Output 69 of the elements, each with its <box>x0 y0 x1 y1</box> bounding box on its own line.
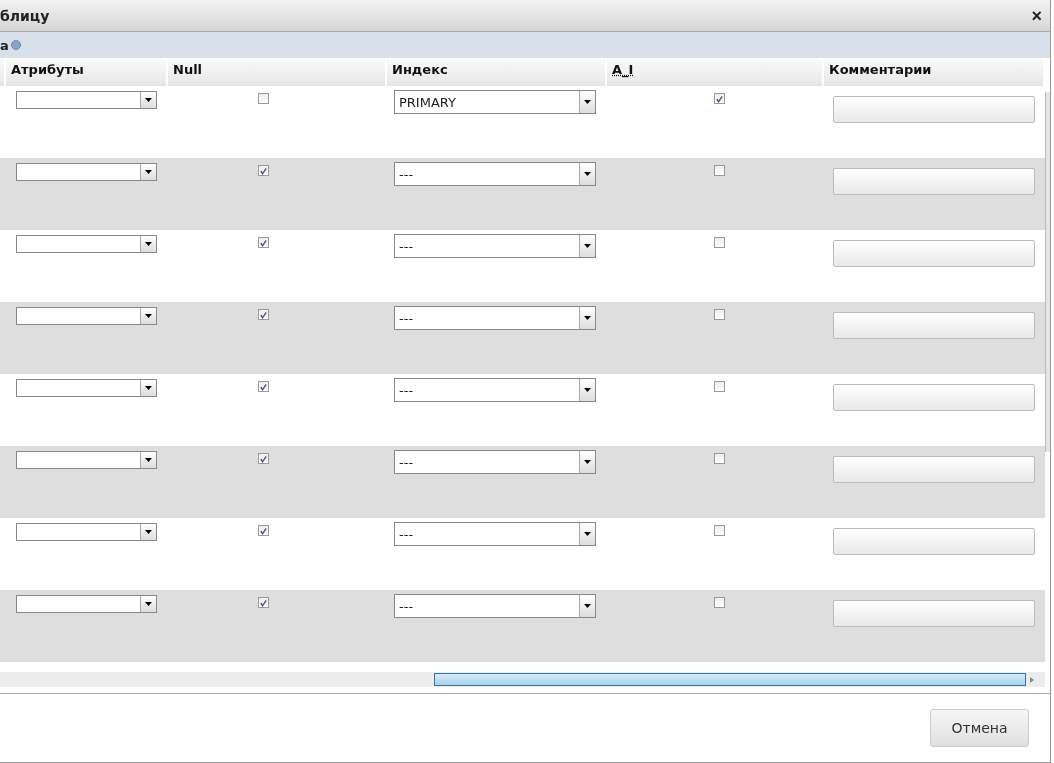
expand-icon[interactable] <box>10 40 21 50</box>
dropdown[interactable]: --- <box>394 162 596 186</box>
comment-field[interactable] <box>833 384 1035 411</box>
close-button[interactable]: × <box>1031 6 1042 25</box>
caret-icon <box>145 458 152 462</box>
dropdown[interactable] <box>16 235 157 253</box>
dropdown[interactable]: PRIMARY <box>394 90 596 114</box>
caret-icon <box>584 604 591 608</box>
comment-field[interactable] <box>833 240 1035 267</box>
vertical-scrollbar[interactable] <box>1045 92 1050 452</box>
checkbox[interactable] <box>258 309 269 320</box>
caret-icon <box>584 100 591 104</box>
dropdown[interactable] <box>16 451 157 469</box>
dropdown[interactable]: --- <box>394 306 596 330</box>
checkbox[interactable] <box>258 597 269 608</box>
caret-icon <box>145 602 152 606</box>
dropdown[interactable] <box>16 91 157 109</box>
scroll-right-icon[interactable] <box>1030 676 1034 683</box>
comment-field[interactable] <box>833 456 1035 483</box>
column-header: Null <box>168 58 387 86</box>
checkbox[interactable] <box>714 525 725 536</box>
checkbox[interactable] <box>258 93 269 104</box>
caret-icon <box>584 316 591 320</box>
checkbox[interactable] <box>714 597 725 608</box>
checkbox[interactable] <box>714 453 725 464</box>
dropdown[interactable] <box>16 523 157 541</box>
checkbox[interactable] <box>714 165 725 176</box>
dropdown[interactable]: --- <box>394 378 596 402</box>
column-header: Атрибуты <box>6 58 168 86</box>
checkbox[interactable] <box>714 237 725 248</box>
comment-field[interactable] <box>833 600 1035 627</box>
comment-field[interactable] <box>833 96 1035 123</box>
caret-icon <box>145 170 152 174</box>
dropdown[interactable]: --- <box>394 450 596 474</box>
dropdown[interactable] <box>16 163 157 181</box>
caret-icon <box>145 530 152 534</box>
window-title: блицу <box>0 7 50 24</box>
column-header: A_I <box>607 58 824 86</box>
section-label: а <box>0 37 9 53</box>
column-header: Индекс <box>387 58 607 86</box>
checkbox[interactable] <box>714 309 725 320</box>
caret-icon <box>145 314 152 318</box>
caret-icon <box>584 244 591 248</box>
checkbox[interactable] <box>258 237 269 248</box>
dropdown[interactable] <box>16 595 157 613</box>
caret-icon <box>145 242 152 246</box>
dropdown[interactable]: --- <box>394 594 596 618</box>
comment-field[interactable] <box>833 168 1035 195</box>
checkbox[interactable] <box>258 165 269 176</box>
dropdown[interactable]: --- <box>394 522 596 546</box>
dropdown[interactable] <box>16 379 157 397</box>
checkbox[interactable] <box>258 525 269 536</box>
checkbox[interactable] <box>258 381 269 392</box>
caret-icon <box>145 98 152 102</box>
caret-icon <box>584 532 591 536</box>
dropdown[interactable]: --- <box>394 234 596 258</box>
cancel-button[interactable]: Отмена <box>930 709 1029 747</box>
column-header: Комментарии <box>824 58 1045 86</box>
comment-field[interactable] <box>833 312 1035 339</box>
caret-icon <box>584 460 591 464</box>
scrollbar-thumb[interactable] <box>434 673 1026 686</box>
caret-icon <box>584 172 591 176</box>
checkbox[interactable] <box>258 453 269 464</box>
caret-icon <box>145 386 152 390</box>
comment-field[interactable] <box>833 528 1035 555</box>
caret-icon <box>584 388 591 392</box>
dropdown[interactable] <box>16 307 157 325</box>
checkbox[interactable] <box>714 381 725 392</box>
checkbox[interactable] <box>714 93 725 104</box>
